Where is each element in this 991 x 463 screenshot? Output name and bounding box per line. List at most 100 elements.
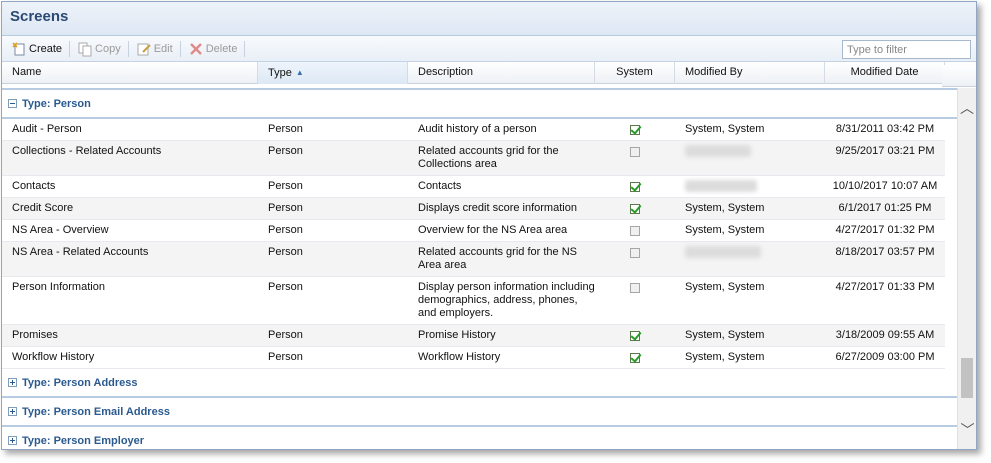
copy-button[interactable]: Copy	[72, 39, 126, 59]
checked-checkbox-icon	[630, 352, 640, 363]
table-row[interactable]: Person Information Person Display person i…	[2, 277, 945, 325]
collapse-icon[interactable]	[8, 99, 17, 108]
cell-type: Person	[268, 202, 303, 214]
redacted-text	[685, 145, 751, 158]
cell-modified-by: System, System	[685, 224, 765, 236]
table-row[interactable]: Contacts Person Contacts 10/10/2017 10:07 A…	[2, 176, 945, 198]
header-filler	[942, 65, 976, 87]
cell-type: Person	[268, 224, 303, 236]
unchecked-checkbox-icon	[630, 225, 640, 236]
group-header-person-email-address[interactable]: Type: Person Email Address	[2, 398, 957, 427]
cell-modified-date: 6/1/2017 01:25 PM	[838, 202, 932, 214]
cell-description: Related accounts grid for the NS Area ar…	[418, 246, 577, 271]
cell-name: Collections - Related Accounts	[12, 145, 162, 157]
table-row[interactable]: Collections - Related Accounts Person Rela…	[2, 141, 945, 176]
group-header-person-address[interactable]: Type: Person Address	[2, 369, 957, 398]
unchecked-checkbox-icon	[630, 247, 640, 258]
cell-description: Workflow History	[418, 351, 501, 363]
cell-name: Person Information	[12, 281, 105, 293]
cell-name: Promises	[12, 329, 58, 341]
vertical-scrollbar[interactable]: ︿ ﹀	[957, 88, 976, 449]
create-button[interactable]: Create	[6, 39, 67, 59]
cell-name: Contacts	[12, 180, 56, 192]
cell-modified-by: System, System	[685, 281, 765, 293]
toolbar-separator	[127, 40, 129, 57]
cell-system	[595, 198, 675, 219]
copy-label: Copy	[95, 42, 121, 55]
cell-name: Workflow History	[12, 351, 95, 363]
cell-modified-by	[675, 141, 825, 175]
cell-modified-by: System, System	[685, 202, 765, 214]
toolbar-separator	[244, 40, 246, 57]
toolbar-separator	[69, 40, 71, 57]
column-header-name[interactable]: Name	[2, 62, 258, 84]
checked-checkbox-icon	[630, 181, 640, 192]
cell-type: Person	[268, 145, 303, 157]
cell-system	[595, 141, 675, 175]
column-header-type[interactable]: Type ▲	[258, 62, 408, 84]
toolbar: Create Copy Edit Delete	[2, 36, 976, 62]
scroll-down-icon[interactable]: ﹀	[958, 410, 976, 449]
table-row[interactable]: Credit Score Person Displays credit score …	[2, 198, 945, 220]
scroll-up-icon[interactable]: ︿	[958, 88, 976, 128]
scroll-thumb[interactable]	[961, 358, 973, 398]
checked-checkbox-icon	[630, 124, 640, 135]
checked-checkbox-icon	[630, 203, 640, 214]
cell-system	[595, 325, 675, 346]
cell-modified-date: 8/18/2017 03:57 PM	[835, 246, 935, 258]
cell-name: Audit - Person	[12, 123, 82, 135]
checked-checkbox-icon	[630, 330, 640, 341]
cell-modified-date: 10/10/2017 10:07 AM	[832, 180, 938, 192]
group-header-person[interactable]: Type: Person	[2, 88, 957, 119]
cell-type: Person	[268, 329, 303, 341]
cell-modified-by	[675, 242, 825, 276]
column-header-modified-by[interactable]: Modified By	[675, 62, 825, 84]
cell-type: Person	[268, 180, 303, 192]
grid-body: Type: Person Audit - Person Person Audit h…	[2, 88, 957, 449]
cell-modified-date: 9/25/2017 03:21 PM	[835, 145, 935, 157]
table-row[interactable]: NS Area - Related Accounts Person Related …	[2, 242, 945, 277]
table-row[interactable]: Promises Person Promise History System, Sys…	[2, 325, 945, 347]
cell-modified-date: 6/27/2009 03:00 PM	[835, 351, 935, 363]
cell-system	[595, 242, 675, 276]
group-rows: Audit - Person Person Audit history of a p…	[2, 119, 957, 369]
cell-description: Display person information including dem…	[418, 281, 595, 319]
window-title: Screens	[2, 2, 976, 36]
grid-header: Name Type ▲ Description System Modified B…	[2, 62, 976, 84]
expand-icon[interactable]	[8, 407, 17, 416]
cell-description: Related accounts grid for the Collection…	[418, 145, 559, 170]
column-header-modified-date[interactable]: Modified Date	[825, 62, 945, 84]
cell-modified-date: 3/18/2009 09:55 AM	[835, 329, 935, 341]
unchecked-checkbox-icon	[630, 146, 640, 157]
cell-modified-date: 8/31/2011 03:42 PM	[835, 123, 935, 135]
column-header-system[interactable]: System	[595, 62, 675, 84]
toolbar-separator	[179, 40, 181, 57]
redacted-text	[685, 180, 757, 193]
table-row[interactable]: NS Area - Overview Person Overview for the…	[2, 220, 945, 242]
table-row[interactable]: Audit - Person Person Audit history of a p…	[2, 119, 945, 141]
cell-system	[595, 347, 675, 368]
cell-system	[595, 277, 675, 324]
group-header-person-employer[interactable]: Type: Person Employer	[2, 427, 957, 449]
cell-modified-by: System, System	[685, 351, 765, 363]
cell-modified-by: System, System	[685, 329, 765, 341]
edit-label: Edit	[153, 42, 173, 55]
cell-system	[595, 220, 675, 241]
delete-button[interactable]: Delete	[183, 39, 243, 59]
cell-description: Promise History	[418, 329, 496, 341]
table-row[interactable]: Workflow History Person Workflow History Sy…	[2, 347, 945, 369]
cell-modified-date: 4/27/2017 01:32 PM	[835, 224, 935, 236]
cell-modified-by	[675, 176, 825, 197]
expand-icon[interactable]	[8, 378, 17, 387]
cell-name: Credit Score	[12, 202, 74, 214]
cell-name: NS Area - Related Accounts	[12, 246, 149, 258]
column-header-description[interactable]: Description	[408, 62, 595, 84]
delete-label: Delete	[205, 42, 238, 55]
expand-icon[interactable]	[8, 436, 17, 445]
edit-button[interactable]: Edit	[131, 39, 178, 59]
cell-description: Audit history of a person	[418, 123, 537, 135]
cell-description: Contacts	[418, 180, 462, 192]
filter-input[interactable]	[842, 40, 971, 59]
cell-type: Person	[268, 351, 303, 363]
delete-icon	[189, 42, 202, 55]
